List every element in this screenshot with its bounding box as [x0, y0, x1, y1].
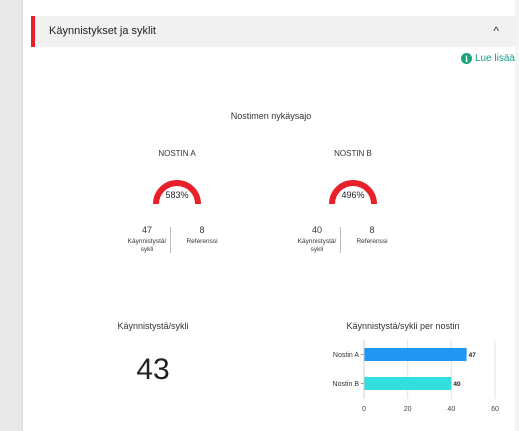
- starts-cycles-card: Käynnistykset ja syklit ^ i Lue lisää No…: [23, 0, 519, 431]
- hoist-b-name: NOSTIN B: [334, 149, 372, 158]
- x-tick-label: 40: [447, 406, 455, 413]
- hoist-a-gauge: 583%: [153, 180, 201, 205]
- category-label: Nostin A: [333, 352, 359, 359]
- reference-label: Referenssi: [186, 238, 218, 245]
- read-more-label: Lue lisää: [474, 53, 515, 64]
- bar-data-label: 47: [469, 352, 477, 359]
- starts-label-line2: sykli: [310, 246, 324, 253]
- hoist-a-name: NOSTIN A: [158, 149, 196, 158]
- reference-value: 8: [369, 225, 375, 235]
- starts-value: 47: [141, 225, 152, 235]
- starts-label: Käynnistystä/ sykli: [295, 238, 339, 254]
- stat-divider: [170, 227, 171, 253]
- section-header[interactable]: Käynnistykset ja syklit ^: [31, 16, 519, 47]
- starts-label-line1: Käynnistystä/: [297, 238, 337, 245]
- gauge-value: 496%: [341, 190, 364, 200]
- read-more-link[interactable]: i Lue lisää: [460, 53, 515, 64]
- scrollbar[interactable]: [515, 0, 519, 431]
- bar[interactable]: [364, 377, 452, 390]
- header-accent-bar: [31, 16, 35, 47]
- gauge-value: 583%: [165, 190, 188, 200]
- category-label: Nostin B: [333, 381, 360, 388]
- x-tick-label: 20: [404, 406, 412, 413]
- reference-label: Referenssi: [356, 238, 388, 245]
- hoist-b-gauge: 496%: [329, 180, 377, 205]
- stat-divider: [340, 227, 341, 253]
- starts-per-cycle-stat: 40 Käynnistystä/ sykli: [295, 225, 339, 254]
- section-title: Käynnistykset ja syklit: [49, 25, 156, 37]
- starts-label-line1: Käynnistystä/: [127, 238, 167, 245]
- hoist-a-gauge-panel: NOSTIN A 583%: [107, 149, 247, 208]
- hoist-b-stats: 40 Käynnistystä/ sykli 8 Referenssi: [277, 225, 417, 265]
- bar-chart: 0 20 40 60 Nostin A 47 Nostin B 40: [333, 340, 499, 413]
- reference-value: 8: [199, 225, 205, 235]
- hoist-a-stats: 47 Käynnistystä/ sykli 8 Referenssi: [107, 225, 247, 265]
- starts-value: 40: [311, 225, 322, 235]
- hoist-b-gauge-panel: NOSTIN B 496%: [283, 149, 423, 208]
- summary-value: 43: [136, 353, 170, 386]
- bar-data-label: 40: [453, 381, 461, 388]
- summary-title: Käynnistystä/sykli: [117, 321, 189, 331]
- reference-stat: 8 Referenssi: [177, 225, 227, 246]
- hoist-jerk-title: Nostimen nykäysajo: [230, 111, 312, 121]
- starts-label: Käynnistystä/ sykli: [125, 238, 169, 254]
- starts-per-cycle-stat: 47 Käynnistystä/ sykli: [125, 225, 169, 254]
- starts-label-line2: sykli: [140, 246, 154, 253]
- chevron-up-icon[interactable]: ^: [493, 24, 499, 38]
- x-tick-label: 0: [362, 406, 366, 413]
- bar-chart-title: Käynnistystä/sykli per nostin: [346, 321, 460, 331]
- info-icon: i: [460, 53, 472, 64]
- reference-stat: 8 Referenssi: [347, 225, 397, 246]
- x-tick-label: 60: [491, 406, 499, 413]
- bar[interactable]: [364, 348, 467, 361]
